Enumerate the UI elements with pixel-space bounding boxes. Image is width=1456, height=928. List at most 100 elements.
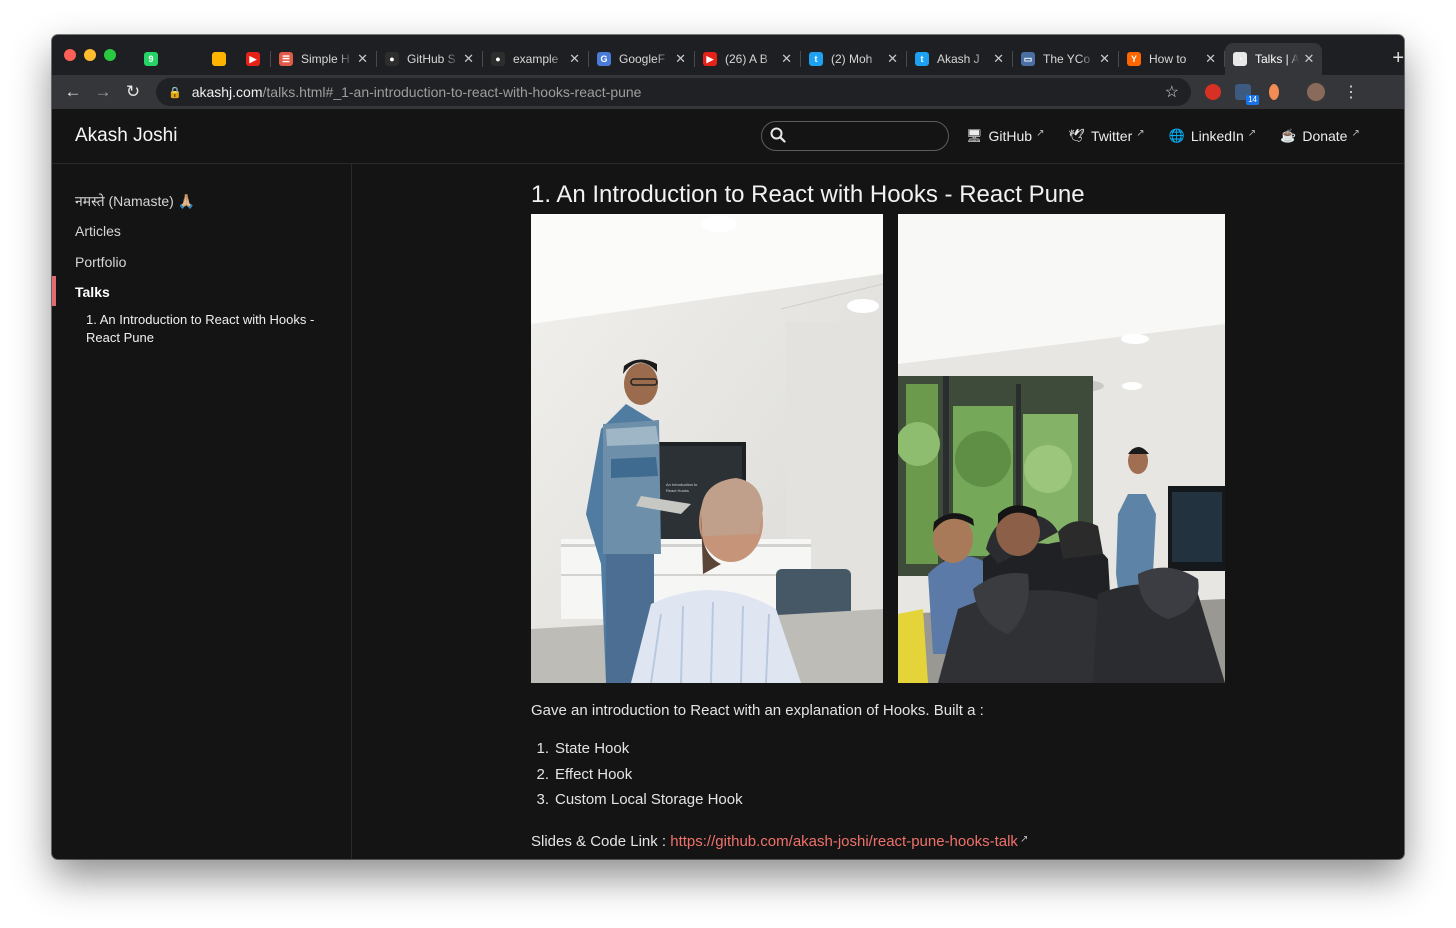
close-tab-icon[interactable]: ✕	[463, 51, 474, 67]
menu-kebab-icon[interactable]: ⋮	[1343, 82, 1359, 102]
sidebar-subitem-react-hooks[interactable]: 1. An Introduction to React with Hooks -…	[86, 311, 346, 347]
browser-tab[interactable]: ● example ✕	[483, 43, 588, 75]
list-item: 1. State Hook	[536, 740, 630, 757]
close-tab-icon[interactable]: ✕	[675, 51, 686, 67]
minimize-window-button[interactable]	[84, 49, 96, 61]
nav-link-donate[interactable]: ☕ Donate ↗	[1280, 127, 1360, 145]
blank-tab-icon	[178, 52, 192, 66]
external-link-icon: ↗	[1019, 834, 1029, 845]
tab-title: Talks | A	[1255, 52, 1300, 66]
reload-icon[interactable]: ↻	[118, 82, 148, 102]
list-item: 2. Effect Hook	[536, 765, 633, 783]
browser-tab[interactable]	[202, 43, 236, 75]
profile-avatar[interactable]	[1307, 83, 1325, 101]
slides-link[interactable]: https://github.com/akash-joshi/react-pun…	[670, 833, 1018, 850]
close-window-button[interactable]	[64, 49, 76, 61]
browser-tab[interactable]: Y How to ✕	[1119, 43, 1224, 75]
url-host: akashj.com	[191, 84, 263, 100]
sidebar-item-articles[interactable]: Articles	[75, 223, 121, 239]
slides-label: Slides & Code Link :	[531, 833, 671, 850]
close-tab-icon[interactable]: ✕	[1303, 51, 1314, 67]
github-icon: ●	[385, 52, 399, 66]
twitter-icon: t	[915, 52, 929, 66]
coffee-icon: ☕	[1280, 128, 1297, 143]
twitter-icon: t	[809, 52, 823, 66]
close-tab-icon[interactable]: ✕	[357, 51, 368, 67]
hackernews-icon: Y	[1127, 52, 1141, 66]
tab-title: GitHub S	[407, 52, 456, 66]
talk-description: Gave an introduction to React with an ex…	[531, 702, 984, 719]
talk-photo-audience	[898, 214, 1225, 683]
nav-link-label: LinkedIn	[1190, 128, 1244, 144]
tab-title: Akash J	[937, 52, 980, 66]
extension-badge: 14	[1246, 95, 1259, 105]
forward-arrow-icon[interactable]: →	[88, 82, 118, 102]
sidebar-item-namaste[interactable]: नमस्ते (Namaste) 🙏🏼	[75, 192, 195, 211]
bookmark-star-icon[interactable]: ☆	[1165, 82, 1179, 102]
site-icon: ◔	[1233, 52, 1247, 66]
honey-extension-icon[interactable]	[1269, 84, 1279, 100]
close-tab-icon[interactable]: ✕	[781, 51, 792, 67]
nav-link-linkedin[interactable]: 🌐 LinkedIn ↗	[1168, 127, 1257, 145]
close-tab-icon[interactable]: ✕	[1099, 51, 1110, 67]
sidebar-item-portfolio[interactable]: Portfolio	[75, 254, 126, 270]
window-controls	[52, 49, 134, 61]
slides-line: Slides & Code Link : https://github.com/…	[531, 833, 1028, 850]
list-item: 3. Custom Local Storage Hook	[536, 791, 743, 808]
browser-tab[interactable]: ▭ The YCo ✕	[1013, 43, 1118, 75]
extension-icon[interactable]: 14	[1235, 84, 1259, 105]
external-link-icon: ↗	[1036, 127, 1045, 139]
header-nav: 🖥 GitHub ↗ 🕊 Twitter ↗ 🌐 LinkedIn ↗ ☕ Donate ↗	[966, 127, 1384, 145]
back-arrow-icon[interactable]: ←	[58, 82, 88, 102]
close-tab-icon[interactable]: ✕	[1205, 51, 1216, 67]
browser-tab[interactable]: 9	[134, 43, 168, 75]
browser-tab[interactable]: ● GitHub S ✕	[377, 43, 482, 75]
browser-tab[interactable]: ☰ Simple H ✕	[271, 43, 376, 75]
address-bar[interactable]: 🔒 akashj.com/talks.html#_1-an-introducti…	[156, 78, 1191, 106]
tab-title: (26) A B	[725, 52, 768, 66]
browser-tab[interactable]: ◔ Talks | A ✕	[1225, 43, 1323, 75]
bird-icon: 🕊	[1068, 128, 1085, 143]
site-header: Akash Joshi 🖥 GitHub ↗ 🕊 Twitter ↗ 🌐 LinkedIn ↗ ☕…	[52, 109, 1404, 164]
whatsapp-icon: 9	[144, 52, 158, 66]
browser-tab[interactable]: t Akash J ✕	[907, 43, 1012, 75]
nav-link-twitter[interactable]: 🕊 Twitter ↗	[1068, 127, 1145, 145]
external-link-icon: ↗	[1351, 127, 1360, 139]
tab-title: example	[513, 52, 559, 66]
external-link-icon: ↗	[1136, 127, 1145, 139]
slide-screen-line1: An Introduction to	[666, 482, 698, 487]
close-tab-icon[interactable]: ✕	[993, 51, 1004, 67]
hooks-list: 1. State Hook 2. Effect Hook 3. Custom Loca…	[531, 740, 743, 817]
site-title[interactable]: Akash Joshi	[75, 125, 177, 147]
browser-tab[interactable]: ▶	[236, 43, 270, 75]
nav-link-label: GitHub	[988, 128, 1033, 144]
search-icon	[770, 127, 786, 143]
sidebar: नमस्ते (Namaste) 🙏🏼 Articles Portfolio T…	[52, 164, 352, 859]
desktop-icon: 🖥	[966, 128, 983, 143]
browser-tab[interactable]: ▶ (26) A B ✕	[695, 43, 800, 75]
browser-toolbar: ← → ↻ 🔒 akashj.com/talks.html#_1-an-intr…	[52, 75, 1404, 109]
search-input[interactable]	[761, 121, 949, 151]
youtube-extension-icon[interactable]	[1205, 84, 1221, 100]
article-title: 1. An Introduction to React with Hooks -…	[531, 181, 1085, 208]
browser-tab[interactable]	[168, 43, 202, 75]
browser-tab[interactable]: t (2) Moh ✕	[801, 43, 906, 75]
tab-title: GoogleF	[619, 52, 666, 66]
nav-link-github[interactable]: 🖥 GitHub ↗	[966, 127, 1045, 145]
ycombinator-icon: ▭	[1021, 52, 1035, 66]
tab-title: Simple H	[301, 52, 350, 66]
active-indicator	[52, 276, 56, 306]
browser-tab[interactable]: G GoogleF ✕	[589, 43, 694, 75]
close-tab-icon[interactable]: ✕	[887, 51, 898, 67]
globe-icon: 🌐	[1168, 128, 1185, 143]
nav-link-label: Twitter	[1091, 128, 1133, 144]
youtube-icon: ▶	[246, 52, 260, 66]
external-link-icon: ↗	[1247, 127, 1257, 139]
new-tab-button[interactable]: +	[1392, 47, 1404, 70]
sidebar-item-talks[interactable]: Talks	[75, 284, 110, 300]
main-content: 1. An Introduction to React with Hooks -…	[352, 164, 1404, 859]
maximize-window-button[interactable]	[104, 49, 116, 61]
slide-screen-line2: React Hooks	[666, 488, 689, 493]
close-tab-icon[interactable]: ✕	[569, 51, 580, 67]
youtube-icon: ▶	[703, 52, 717, 66]
